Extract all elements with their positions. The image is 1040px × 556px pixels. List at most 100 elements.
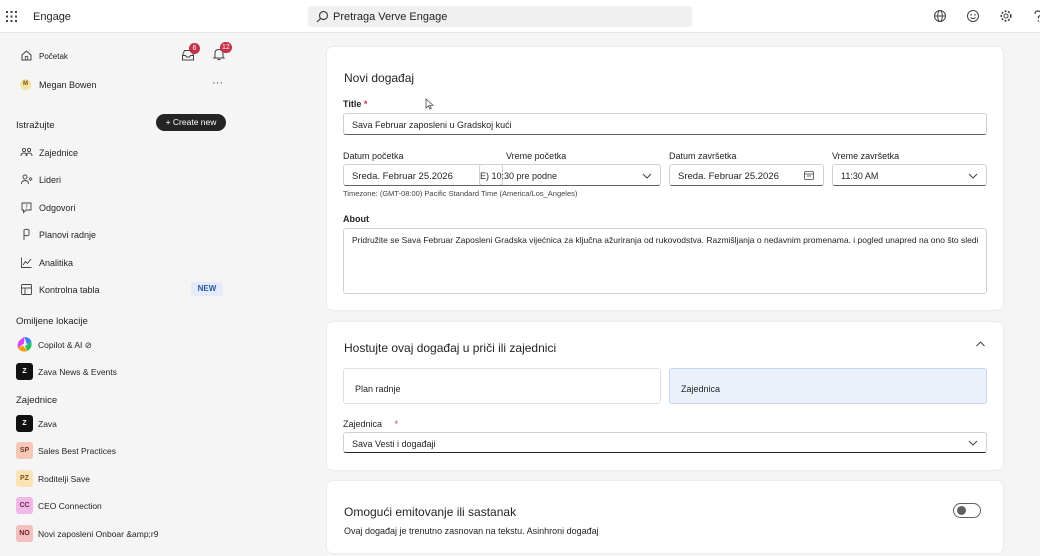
community-item[interactable]: SP Sales Best Practices [0, 441, 242, 461]
globe-icon[interactable] [933, 9, 947, 23]
about-label: About [343, 214, 369, 224]
host-event-card: Hostujte ovaj događaj u priči ili zajedn… [327, 322, 1003, 470]
community-dropdown[interactable]: Sava Vesti i događaji [343, 432, 987, 453]
sidebar-item-communities[interactable]: Zajednice [0, 143, 242, 163]
sidebar-item-label: Početak [39, 52, 68, 61]
leaders-icon [21, 174, 33, 185]
about-textarea[interactable]: Pridružite se Sava Februar Zaposleni Gra… [343, 228, 987, 294]
home-icon [21, 50, 32, 61]
option-community[interactable]: Zajednica [669, 368, 987, 404]
explore-section-title: Istražujte [16, 120, 55, 131]
title-input[interactable]: Sava Februar zaposleni u Gradskoj kući [343, 113, 987, 135]
broadcast-description: Ovaj događaj je trenutno zasnovan na tek… [344, 526, 599, 536]
end-time-dropdown[interactable]: 11:30 AM [832, 164, 987, 186]
end-date-picker[interactable]: Sreda. Februar 25.2026 [669, 164, 824, 186]
sidebar-item-analytics[interactable]: Analitika [0, 253, 242, 273]
new-event-card: Novi događaj Title * Sava Februar zaposl… [327, 47, 1003, 310]
copilot-logo-icon [17, 337, 32, 352]
help-icon[interactable] [1031, 9, 1040, 23]
sidebar-item-home[interactable]: Početak [0, 46, 242, 66]
about-text-value: Pridružite se Sava Februar Zaposleni Gra… [352, 235, 979, 245]
end-date-value: Sreda. Februar 25.2026 [678, 171, 779, 182]
start-date-value: Sreda. Februar 25.2026 [352, 171, 453, 182]
calendar-icon [804, 171, 814, 180]
start-time-value: E) 10:30 pre podne [480, 171, 558, 181]
top-bar: Engage Pretraga Verve Engage [0, 0, 1040, 33]
community-item[interactable]: Z Zava [0, 414, 242, 434]
sidebar-item-label: Novi zaposleni Onboar &amp;r9 [38, 529, 159, 539]
favorite-item-zava-news[interactable]: Z Zava News & Events [0, 362, 242, 382]
sidebar-item-label: Copilot & AI ⊘ [38, 340, 92, 350]
sidebar-item-leaders[interactable]: Lideri [0, 170, 242, 190]
app-launcher-icon[interactable] [6, 11, 17, 22]
required-mark: * [363, 99, 368, 109]
settings-gear-icon[interactable] [999, 9, 1013, 23]
option-label: Zajednica [681, 384, 721, 394]
action-plans-icon [23, 228, 30, 240]
sidebar-item-action-plans[interactable]: Planovi radnje [0, 225, 242, 245]
end-time-value: 11:30 AM [841, 171, 879, 181]
new-event-heading: Novi događaj [344, 71, 415, 85]
favorite-item-copilot[interactable]: Copilot & AI ⊘ [0, 335, 242, 355]
community-label-text: Zajednica [343, 419, 383, 429]
end-date-label: Datum završetka [669, 151, 737, 161]
community-item[interactable]: CC CEO Connection [0, 496, 242, 516]
community-value: Sava Vesti i događaji [352, 439, 436, 449]
start-time-label: Vreme početka [506, 151, 567, 161]
option-action-plan[interactable]: Plan radnje [343, 368, 661, 404]
new-badge: NEW [191, 282, 223, 296]
sidebar-item-label: Sales Best Practices [38, 446, 116, 456]
title-label-text: Title [343, 99, 362, 109]
chevron-down-icon [968, 173, 978, 179]
chevron-down-icon [642, 173, 652, 179]
more-options-icon[interactable]: ··· [212, 77, 223, 89]
sidebar-item-label: Kontrolna tabla [39, 285, 100, 295]
sidebar-item-label: CEO Connection [38, 501, 102, 511]
sidebar-item-label: Odgovori [39, 203, 76, 213]
user-name: Megan Bowen [39, 80, 97, 90]
answers-icon: ? [21, 202, 32, 214]
create-new-button[interactable]: + Create new [156, 114, 226, 131]
community-avatar: Z [16, 363, 33, 380]
user-avatar: M [20, 79, 31, 90]
title-label: Title * [343, 99, 367, 109]
community-avatar: CC [16, 497, 33, 514]
timezone-text: Timezone: (GMT-08:00) Pacific Standard T… [343, 189, 578, 198]
community-avatar: NO [16, 525, 33, 542]
chevron-down-icon [968, 440, 978, 446]
required-mark: * [394, 419, 399, 429]
community-avatar: PZ [16, 470, 33, 487]
svg-text:?: ? [25, 205, 28, 211]
dashboard-icon [21, 284, 32, 295]
inbox-badge: 6 [189, 43, 200, 54]
broadcast-card: Omogući emitovanje ili sastanak Ovaj dog… [327, 481, 1003, 553]
host-heading: Hostujte ovaj događaj u priči ili zajedn… [344, 341, 557, 355]
start-date-label: Datum početka [343, 151, 404, 161]
start-time-dropdown[interactable]: E) 10:30 pre podne [479, 164, 661, 186]
mouse-cursor-icon [425, 98, 434, 110]
title-input-value: Sava Februar zaposleni u Gradskoj kući [352, 120, 512, 130]
option-label: Plan radnje [355, 384, 401, 394]
sidebar: Početak 6 12 M Megan Bowen ··· Istražujt… [0, 33, 242, 556]
sidebar-item-label: Lideri [39, 175, 62, 185]
sidebar-item-answers[interactable]: ? Odgovori [0, 198, 242, 218]
search-icon [316, 10, 329, 23]
community-avatar: Z [16, 415, 33, 432]
community-item[interactable]: PZ Roditelji Save [0, 469, 242, 489]
sidebar-item-label: Roditelji Save [38, 474, 90, 484]
user-profile[interactable]: M Megan Bowen ··· [0, 75, 242, 95]
chevron-up-icon[interactable] [975, 339, 986, 350]
search-box[interactable]: Pretraga Verve Engage [308, 6, 692, 27]
notifications-badge: 12 [220, 42, 232, 53]
communities-icon [20, 147, 33, 157]
community-label: Zajednica * [343, 419, 398, 429]
sidebar-item-label: Analitika [39, 258, 74, 268]
community-item[interactable]: NO Novi zaposleni Onboar &amp;r9 [0, 524, 242, 544]
sidebar-item-label: Zajednice [39, 148, 79, 158]
community-avatar: SP [16, 442, 33, 459]
analytics-icon [21, 257, 32, 268]
emoji-icon[interactable] [966, 9, 980, 23]
app-name[interactable]: Engage [33, 11, 71, 23]
search-input[interactable]: Pretraga Verve Engage [333, 11, 447, 23]
broadcast-toggle[interactable] [953, 503, 981, 518]
